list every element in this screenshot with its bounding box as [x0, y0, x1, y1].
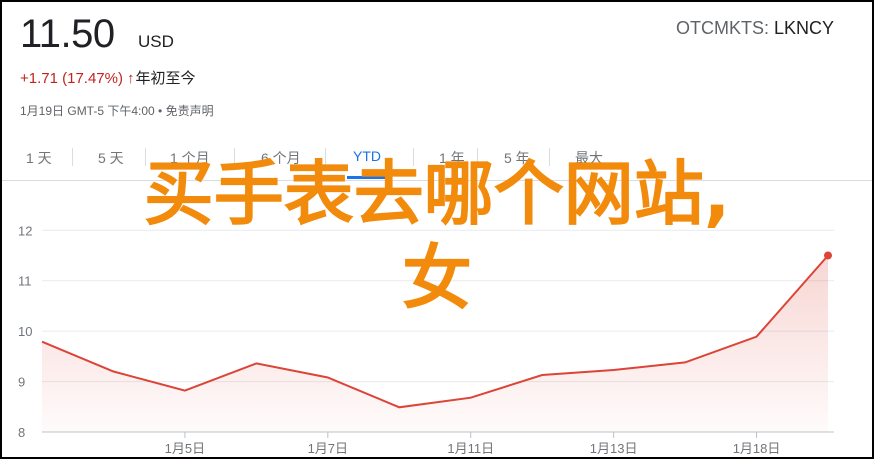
stock-quote-card: 11.50 USD OTCMKTS: LKNCY +1.71 (17.47%) ↑…: [0, 0, 874, 459]
price-area: [42, 255, 828, 432]
x-tick-label: 1月5日: [165, 441, 205, 456]
latest-price-point[interactable]: [824, 251, 832, 260]
x-tick-label: 1月13日: [590, 441, 638, 456]
y-tick-label: 11: [18, 274, 32, 289]
x-tick-label: 1月7日: [308, 441, 348, 456]
price-chart: 8 9 10 11 12 1月5日 1月7日 1月11日 1月13日 1月18日: [18, 223, 834, 456]
y-tick-label: 10: [18, 324, 32, 339]
x-tick-label: 1月11日: [447, 441, 494, 456]
x-tick-label: 1月18日: [733, 441, 781, 456]
y-tick-label: 9: [18, 375, 25, 390]
y-tick-label: 12: [18, 223, 32, 238]
y-tick-label: 8: [18, 425, 25, 440]
